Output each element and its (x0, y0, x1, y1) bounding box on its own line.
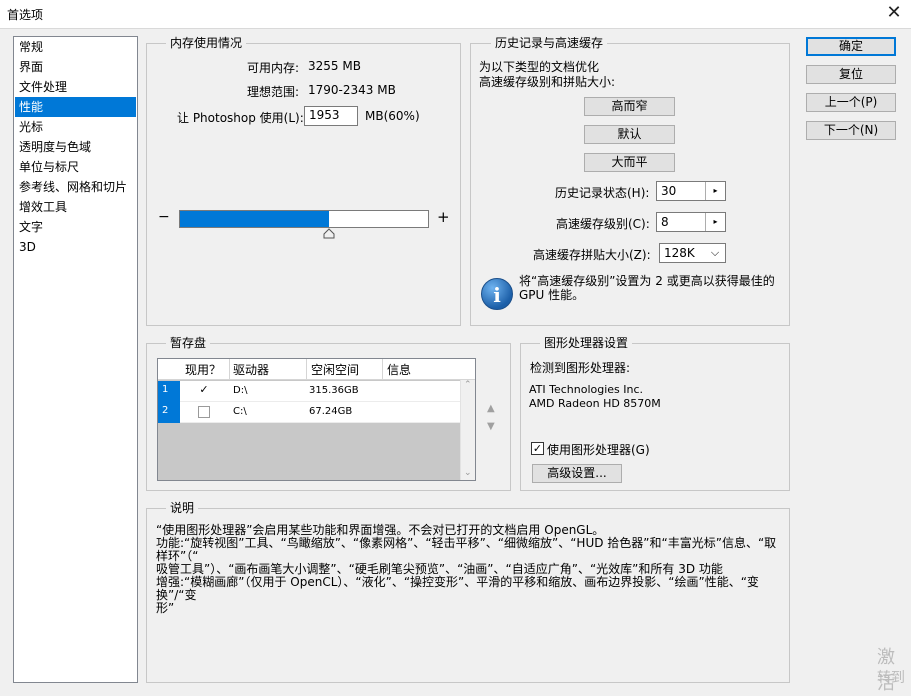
memory-usage-title: 内存使用情况 (166, 36, 247, 50)
title-divider (0, 28, 911, 29)
ideal-range-value: 1790-2343 MB (308, 83, 396, 97)
table-row[interactable]: 1 ✓ D:\ 315.36GB (158, 381, 461, 402)
history-states-label: 历史记录状态(H): (555, 186, 650, 200)
sidebar-item-interface[interactable]: 界面 (15, 57, 136, 77)
stepper-arrow-icon[interactable]: ▸ (705, 182, 725, 200)
category-list[interactable]: 常规 界面 文件处理 性能 光标 透明度与色域 单位与标尺 参考线、网格和切片 … (13, 36, 138, 683)
previous-button[interactable]: 上一个(P) (806, 93, 896, 112)
memory-slider-fill (180, 211, 329, 227)
info-icon: i (481, 278, 513, 310)
active-checkbox[interactable]: ✓ (198, 384, 210, 397)
description-line: 增强:“模糊画廊”（仅用于 OpenCL）、“液化”、“操控变形”、平滑的平移和… (156, 575, 759, 602)
scroll-up-icon[interactable]: ⌃ (464, 380, 472, 390)
sidebar-item-3d[interactable]: 3D (15, 237, 136, 257)
move-up-icon[interactable]: ▲ (487, 403, 495, 414)
sidebar-item-performance[interactable]: 性能 (15, 97, 136, 117)
sidebar-item-cursors[interactable]: 光标 (15, 117, 136, 137)
column-header-drive: 驱动器 (233, 363, 270, 377)
cache-levels-stepper[interactable]: 8 ▸ (656, 212, 726, 232)
memory-amount-input[interactable]: 1953 (304, 106, 358, 126)
ok-button[interactable]: 确定 (806, 37, 896, 56)
table-header: 现用？ 驱动器 空闲空间 信息 (158, 359, 475, 380)
cache-tile-size-label: 高速缓存拼贴大小(Z): (533, 248, 651, 262)
activation-watermark-sub: 转到 (877, 670, 905, 686)
description-line: 功能:“旋转视图”工具、“鸟瞰缩放”、“像素网格”、“轻击平移”、“细微缩放”、… (156, 536, 777, 563)
close-icon[interactable]: ✕ (882, 2, 906, 24)
cache-levels-label: 高速缓存级别(C): (556, 217, 650, 231)
optimize-intro-line2: 高速缓存级别和拼贴大小: (479, 75, 616, 89)
row-number: 1 (158, 381, 180, 402)
description-title: 说明 (166, 501, 199, 515)
table-row[interactable]: 2 C:\ 67.24GB (158, 402, 461, 423)
column-header-active: 现用？ (185, 363, 222, 377)
history-cache-title: 历史记录与高速缓存 (491, 36, 608, 50)
column-header-info: 信息 (387, 363, 412, 377)
sidebar-item-units-rulers[interactable]: 单位与标尺 (15, 157, 136, 177)
use-gpu-checkbox[interactable]: ✓ (531, 442, 544, 455)
decrease-memory-icon[interactable]: − (158, 209, 170, 225)
let-photoshop-use-label: 让 Photoshop 使用(L): (177, 111, 304, 125)
history-states-stepper[interactable]: 30 ▸ (656, 181, 726, 201)
active-checkbox[interactable] (198, 406, 210, 418)
memory-percent-label: MB(60%) (365, 109, 420, 123)
row-number: 2 (158, 402, 180, 423)
chevron-down-icon[interactable]: ⌵ (705, 244, 725, 262)
detected-gpu-label: 检测到图形处理器: (530, 361, 631, 375)
sidebar-item-type[interactable]: 文字 (15, 217, 136, 237)
increase-memory-icon[interactable]: + (437, 208, 450, 226)
cache-tile-size-select[interactable]: 128K ⌵ (659, 243, 726, 263)
stepper-arrow-icon[interactable]: ▸ (705, 213, 725, 231)
free-space-cell: 67.24GB (309, 406, 353, 417)
gpu-model: AMD Radeon HD 8570M (529, 397, 661, 410)
tall-thin-button[interactable]: 高而窄 (584, 97, 675, 116)
drive-cell: C:\ (233, 406, 247, 417)
ideal-range-label: 理想范围: (247, 85, 300, 99)
sidebar-item-transparency[interactable]: 透明度与色域 (15, 137, 136, 157)
default-button[interactable]: 默认 (584, 125, 675, 144)
gpu-note-line2: GPU 性能。 (519, 288, 585, 302)
available-ram-value: 3255 MB (308, 59, 361, 73)
gpu-settings-title: 图形处理器设置 (540, 336, 633, 350)
scratch-disks-table[interactable]: 现用？ 驱动器 空闲空间 信息 1 ✓ D:\ 315.36GB 2 C:\ 6… (157, 358, 476, 481)
sidebar-item-guides-grid[interactable]: 参考线、网格和切片 (15, 177, 136, 197)
cache-tile-size-value: 128K (664, 246, 695, 260)
column-header-free-space: 空闲空间 (311, 363, 360, 377)
sidebar-item-file-handling[interactable]: 文件处理 (15, 77, 136, 97)
description-line: 形” (156, 601, 175, 615)
memory-slider-track[interactable] (179, 210, 429, 228)
cache-levels-value: 8 (661, 215, 669, 229)
use-gpu-label: 使用图形处理器(G) (547, 443, 650, 457)
available-ram-label: 可用内存: (247, 61, 300, 75)
description-text: “使用图形处理器”会启用某些功能和界面增强。不会对已打开的文档启用 OpenGL… (156, 524, 786, 615)
sidebar-item-general[interactable]: 常规 (15, 37, 136, 57)
reset-button[interactable]: 复位 (806, 65, 896, 84)
table-scrollbar[interactable]: ⌃ ⌄ (460, 380, 475, 480)
memory-slider-thumb[interactable] (323, 228, 335, 240)
gpu-vendor: ATI Technologies Inc. (529, 383, 644, 396)
memory-usage-group (146, 43, 461, 326)
title-bar: 首选项 ✕ (0, 0, 911, 28)
scroll-down-icon[interactable]: ⌄ (464, 468, 472, 478)
advanced-settings-button[interactable]: 高级设置... (532, 464, 622, 483)
big-flat-button[interactable]: 大而平 (584, 153, 675, 172)
drive-cell: D:\ (233, 385, 248, 396)
window-title: 首选项 (7, 8, 44, 22)
next-button[interactable]: 下一个(N) (806, 121, 896, 140)
move-down-icon[interactable]: ▼ (487, 421, 495, 432)
free-space-cell: 315.36GB (309, 385, 359, 396)
sidebar-item-plugins[interactable]: 增效工具 (15, 197, 136, 217)
scratch-disks-title: 暂存盘 (166, 336, 211, 350)
history-states-value: 30 (661, 184, 677, 198)
